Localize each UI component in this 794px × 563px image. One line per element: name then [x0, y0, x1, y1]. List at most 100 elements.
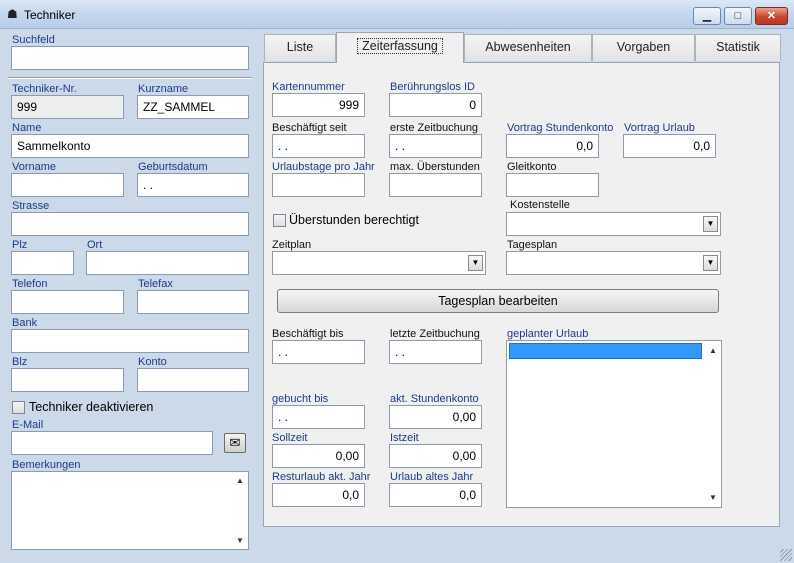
- tab-zeiterfassung[interactable]: Zeiterfassung: [336, 32, 464, 63]
- vortrag-stundenkonto-field[interactable]: 0,0: [506, 134, 599, 158]
- email-label: E-Mail: [12, 419, 44, 431]
- plz-field[interactable]: [11, 251, 74, 275]
- ort-label: Ort: [87, 239, 103, 251]
- bank-field[interactable]: [11, 329, 249, 353]
- akt-stundenkonto-field[interactable]: 0,00: [389, 405, 482, 429]
- bemerkungen-textarea[interactable]: ▲ ▼: [11, 471, 249, 550]
- max-ueberstunden-field[interactable]: [389, 173, 482, 197]
- telefax-field[interactable]: [137, 290, 249, 314]
- resturlaub-field[interactable]: 0,0: [272, 483, 365, 507]
- envelope-icon: ✉: [229, 435, 241, 450]
- telefax-label: Telefax: [138, 278, 173, 290]
- tagesplan-select[interactable]: ▼: [506, 251, 721, 275]
- zeitplan-select[interactable]: ▼: [272, 251, 486, 275]
- send-mail-button[interactable]: ✉: [224, 433, 246, 453]
- tab-abwesenheiten[interactable]: Abwesenheiten: [464, 34, 592, 61]
- maximize-button[interactable]: □: [724, 7, 752, 25]
- kurzname-label: Kurzname: [138, 83, 189, 95]
- tab-zeiterfassung-label: Zeiterfassung: [357, 38, 443, 54]
- vorname-label: Vorname: [12, 161, 57, 173]
- scroll-up-arrow-icon[interactable]: ▲: [707, 346, 719, 355]
- akt-stundenkonto-label: akt. Stundenkonto: [390, 393, 479, 405]
- list-item-selected[interactable]: [509, 343, 702, 359]
- beruehrungslos-id-field[interactable]: 0: [389, 93, 482, 117]
- chevron-down-icon[interactable]: ▼: [468, 255, 483, 271]
- tab-statistik[interactable]: Statistik: [695, 34, 781, 61]
- scroll-up-arrow-icon[interactable]: ▲: [234, 476, 246, 485]
- window-title: Techniker: [24, 8, 76, 22]
- telefon-label: Telefon: [12, 278, 48, 290]
- beschaeftigt-seit-label: Beschäftigt seit: [272, 122, 347, 134]
- strasse-field[interactable]: [11, 212, 249, 236]
- blz-label: Blz: [12, 356, 28, 368]
- kostenstelle-select[interactable]: ▼: [506, 212, 721, 236]
- tab-vorgaben[interactable]: Vorgaben: [592, 34, 695, 61]
- bank-label: Bank: [12, 317, 38, 329]
- geburtsdatum-field[interactable]: . .: [137, 173, 249, 197]
- suchfeld-label: Suchfeld: [12, 34, 55, 46]
- ort-field[interactable]: [86, 251, 249, 275]
- email-field[interactable]: [11, 431, 213, 455]
- gleitkonto-label: Gleitkonto: [507, 161, 557, 173]
- max-ueberstunden-label: max. Überstunden: [390, 161, 480, 173]
- urlaubstage-field[interactable]: [272, 173, 365, 197]
- erste-zeitbuchung-field[interactable]: . .: [389, 134, 482, 158]
- blz-field[interactable]: [11, 368, 124, 392]
- scroll-down-arrow-icon[interactable]: ▼: [234, 536, 246, 545]
- tagesplan-label: Tagesplan: [507, 239, 558, 251]
- kartennummer-field[interactable]: 999: [272, 93, 365, 117]
- zeitplan-label: Zeitplan: [272, 239, 312, 251]
- gleitkonto-field[interactable]: [506, 173, 599, 197]
- search-input[interactable]: [11, 46, 249, 70]
- strasse-label: Strasse: [12, 200, 50, 212]
- techniker-nr-label: Techniker-Nr.: [12, 83, 77, 95]
- beschaeftigt-bis-label: Beschäftigt bis: [272, 328, 344, 340]
- istzeit-field[interactable]: 0,00: [389, 444, 482, 468]
- geplanter-urlaub-list[interactable]: ▲ ▼: [506, 340, 722, 508]
- telefon-field[interactable]: [11, 290, 124, 314]
- scroll-down-arrow-icon[interactable]: ▼: [707, 493, 719, 502]
- divider: [8, 77, 252, 79]
- konto-label: Konto: [138, 356, 167, 368]
- urlaub-altes-jahr-field[interactable]: 0,0: [389, 483, 482, 507]
- letzte-zeitbuchung-label: letzte Zeitbuchung: [390, 328, 480, 340]
- vortrag-stundenkonto-label: Vortrag Stundenkonto: [507, 122, 614, 134]
- name-label: Name: [12, 122, 42, 134]
- close-button[interactable]: ✕: [755, 7, 788, 25]
- chevron-down-icon[interactable]: ▼: [703, 216, 718, 232]
- plz-label: Plz: [12, 239, 28, 251]
- istzeit-label: Istzeit: [390, 432, 419, 444]
- vortrag-urlaub-label: Vortrag Urlaub: [624, 122, 695, 134]
- kurzname-field[interactable]: ZZ_SAMMEL: [137, 95, 249, 119]
- geplanter-urlaub-label: geplanter Urlaub: [507, 328, 589, 340]
- chevron-down-icon[interactable]: ▼: [703, 255, 718, 271]
- name-field[interactable]: Sammelkonto: [11, 134, 249, 158]
- bemerkungen-label: Bemerkungen: [12, 459, 81, 471]
- sollzeit-label: Sollzeit: [272, 432, 308, 444]
- ueberstunden-checkbox[interactable]: [273, 214, 286, 227]
- resturlaub-label: Resturlaub akt. Jahr: [272, 471, 371, 483]
- resize-grip-icon[interactable]: [780, 549, 792, 561]
- geburtsdatum-label: Geburtsdatum: [138, 161, 208, 173]
- sollzeit-field[interactable]: 0,00: [272, 444, 365, 468]
- beschaeftigt-bis-field[interactable]: . .: [272, 340, 365, 364]
- beruehrungslos-id-label: Berührungslos ID: [390, 81, 475, 93]
- app-icon: ☗: [7, 7, 18, 21]
- minimize-button[interactable]: ▁: [693, 7, 721, 25]
- urlaubstage-label: Urlaubstage pro Jahr: [272, 161, 375, 173]
- techniker-nr-field[interactable]: 999: [11, 95, 124, 119]
- tagesplan-bearbeiten-button[interactable]: Tagesplan bearbeiten: [277, 289, 719, 313]
- konto-field[interactable]: [137, 368, 249, 392]
- deaktivieren-label: Techniker deaktivieren: [29, 400, 154, 414]
- vorname-field[interactable]: [11, 173, 124, 197]
- letzte-zeitbuchung-field[interactable]: . .: [389, 340, 482, 364]
- urlaub-altes-jahr-label: Urlaub altes Jahr: [390, 471, 474, 483]
- erste-zeitbuchung-label: erste Zeitbuchung: [390, 122, 479, 134]
- deaktivieren-checkbox[interactable]: [12, 401, 25, 414]
- title-bar: ☗ Techniker ▁ □ ✕: [0, 0, 794, 29]
- gebucht-bis-label: gebucht bis: [272, 393, 329, 405]
- beschaeftigt-seit-field[interactable]: . .: [272, 134, 365, 158]
- vortrag-urlaub-field[interactable]: 0,0: [623, 134, 716, 158]
- tab-liste[interactable]: Liste: [264, 34, 336, 61]
- gebucht-bis-field[interactable]: . .: [272, 405, 365, 429]
